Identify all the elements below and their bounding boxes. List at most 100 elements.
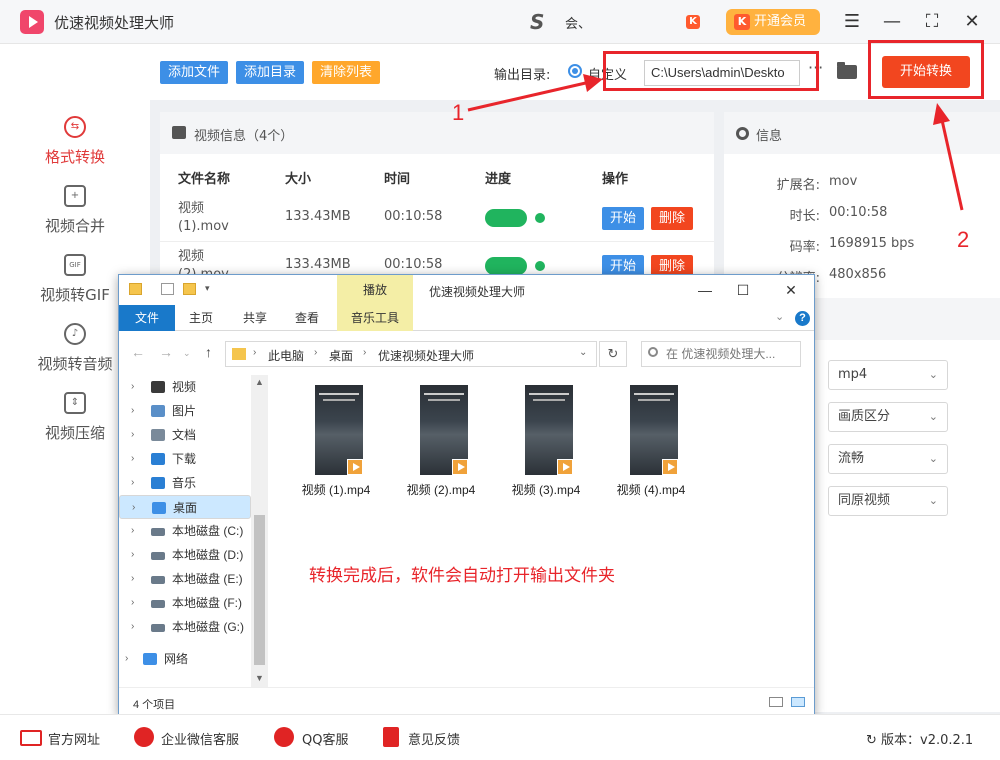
ribbon-tab-music-tools[interactable]: 音乐工具: [337, 305, 413, 331]
maximize-button[interactable]: ⛶: [920, 10, 944, 34]
file-size: 133.43MB: [285, 257, 351, 272]
expand-arrow-icon[interactable]: ›: [131, 519, 134, 543]
address-dropdown-icon[interactable]: ⌄: [579, 347, 587, 358]
menu-icon[interactable]: ☰: [840, 10, 864, 34]
video-thumbnail: [315, 385, 363, 475]
format-select[interactable]: mp4 ⌄: [828, 360, 948, 390]
clear-list-button[interactable]: 清除列表: [312, 61, 381, 84]
help-icon[interactable]: ?: [795, 311, 810, 326]
footer-wechat-link[interactable]: 企业微信客服: [161, 729, 239, 748]
breadcrumb-desktop[interactable]: 桌面: [329, 347, 353, 364]
expand-arrow-icon[interactable]: ›: [125, 647, 128, 671]
close-button[interactable]: ✕: [960, 10, 984, 34]
address-bar[interactable]: › 此电脑 › 桌面 › 优速视频处理大师 ⌄: [225, 341, 597, 367]
new-folder-icon[interactable]: [183, 283, 196, 295]
expand-arrow-icon[interactable]: ›: [131, 567, 134, 591]
search-placeholder: 在 优速视频处理大...: [666, 347, 776, 361]
downloads-icon: [151, 453, 165, 465]
refresh-icon[interactable]: ↻: [599, 341, 627, 367]
properties-icon[interactable]: [161, 283, 174, 295]
breadcrumb-separator: ›: [253, 347, 257, 358]
sidebar-item-format-convert[interactable]: ⇆ 格式转换: [0, 116, 150, 182]
open-folder-icon[interactable]: [837, 62, 857, 79]
col-header-progress: 进度: [485, 172, 512, 187]
expand-arrow-icon[interactable]: ›: [131, 591, 134, 615]
scroll-thumb[interactable]: [254, 515, 265, 665]
annotation-box-path: [603, 51, 819, 91]
file-time: 00:10:58: [384, 209, 443, 224]
ribbon-tab-share[interactable]: 共享: [231, 305, 279, 331]
annotation-note: 转换完成后，软件会自动打开输出文件夹: [309, 566, 615, 586]
compress-icon: ⇕: [64, 392, 86, 414]
explorer-close-button[interactable]: ✕: [773, 279, 809, 301]
file-name: 视频 (2).mp4: [406, 483, 476, 497]
quality-select[interactable]: 画质区分 ⌄: [828, 402, 948, 432]
play-context-tab[interactable]: 播放: [337, 275, 413, 305]
back-arrow-icon[interactable]: ←: [131, 344, 145, 360]
expand-arrow-icon[interactable]: ›: [131, 375, 134, 399]
scroll-down-icon[interactable]: ▼: [255, 673, 264, 683]
up-arrow-icon[interactable]: ↑: [205, 344, 212, 360]
file-tile[interactable]: 视频 (2).mp4: [396, 385, 486, 500]
file-tile[interactable]: 视频 (3).mp4: [501, 385, 591, 500]
custom-dir-radio[interactable]: [568, 64, 582, 78]
tree-item-documents[interactable]: › 文档: [119, 423, 251, 447]
tree-item-drive-g[interactable]: › 本地磁盘 (G:): [119, 615, 251, 639]
user-avatar-icon[interactable]: S: [530, 10, 544, 34]
expand-arrow-icon[interactable]: ›: [131, 471, 134, 495]
scroll-up-icon[interactable]: ▲: [255, 377, 264, 387]
ribbon-tab-view[interactable]: 查看: [283, 305, 331, 331]
footer-qq-link[interactable]: QQ客服: [302, 729, 348, 748]
tree-item-music[interactable]: › 音乐: [119, 471, 251, 495]
explorer-minimize-button[interactable]: —: [687, 279, 723, 301]
expand-arrow-icon[interactable]: ›: [131, 423, 134, 447]
explorer-maximize-button[interactable]: ☐: [725, 279, 761, 301]
explorer-search-input[interactable]: 在 优速视频处理大...: [641, 341, 801, 367]
add-dir-button[interactable]: 添加目录: [236, 61, 305, 84]
tree-item-drive-e[interactable]: › 本地磁盘 (E:): [119, 567, 251, 591]
ribbon-tab-home[interactable]: 主页: [177, 305, 225, 331]
sidebar-item-merge[interactable]: + 视频合并: [0, 185, 150, 251]
large-icons-view-icon[interactable]: [791, 697, 805, 707]
forward-arrow-icon[interactable]: →: [159, 344, 173, 360]
expand-arrow-icon[interactable]: ›: [132, 496, 135, 520]
row-delete-button[interactable]: 删除: [651, 207, 694, 230]
minimize-button[interactable]: —: [880, 10, 904, 34]
tree-scrollbar[interactable]: ▲ ▼: [251, 375, 268, 687]
expand-arrow-icon[interactable]: ›: [131, 399, 134, 423]
tree-item-videos[interactable]: › 视频: [119, 375, 251, 399]
ribbon-tab-file[interactable]: 文件: [119, 305, 175, 331]
tree-item-drive-f[interactable]: › 本地磁盘 (F:): [119, 591, 251, 615]
info-header: 信息: [724, 112, 1000, 154]
tree-item-drive-c[interactable]: › 本地磁盘 (C:): [119, 519, 251, 543]
tree-item-network[interactable]: › 网络: [119, 647, 251, 671]
add-file-button[interactable]: 添加文件: [160, 61, 229, 84]
vip-badge-icon: K: [686, 15, 700, 29]
details-view-icon[interactable]: [769, 697, 783, 707]
expand-arrow-icon[interactable]: ›: [131, 543, 134, 567]
wechat-service-icon: [134, 727, 154, 747]
version-label[interactable]: ↻ 版本：v2.0.2.1: [866, 729, 973, 748]
file-tile[interactable]: 视频 (1).mp4: [291, 385, 381, 500]
ribbon-expand-icon[interactable]: ⌄: [775, 310, 784, 323]
quick-access-dropdown-icon[interactable]: ▾: [205, 283, 213, 295]
vip-button[interactable]: K 开通会员: [726, 9, 820, 35]
footer-website-link[interactable]: 官方网址: [48, 729, 100, 748]
expand-arrow-icon[interactable]: ›: [131, 447, 134, 471]
footer-feedback-link[interactable]: 意见反馈: [408, 729, 460, 748]
recent-dropdown-icon[interactable]: ⌄: [183, 348, 191, 359]
breadcrumb-this-pc[interactable]: 此电脑: [268, 347, 304, 364]
tree-item-desktop[interactable]: › 桌面: [119, 495, 251, 519]
resolution-select[interactable]: 同原视频 ⌄: [828, 486, 948, 516]
col-header-actions: 操作: [602, 172, 629, 187]
user-name[interactable]: 会、: [565, 13, 591, 32]
breadcrumb-folder[interactable]: 优速视频处理大师: [378, 347, 474, 364]
expand-arrow-icon[interactable]: ›: [131, 615, 134, 639]
file-list-header: 视频信息（4个）: [160, 112, 714, 154]
row-start-button[interactable]: 开始: [602, 207, 645, 230]
tree-item-downloads[interactable]: › 下载: [119, 447, 251, 471]
file-tile[interactable]: 视频 (4).mp4: [606, 385, 696, 500]
tree-item-pictures[interactable]: › 图片: [119, 399, 251, 423]
tree-item-drive-d[interactable]: › 本地磁盘 (D:): [119, 543, 251, 567]
fluency-select[interactable]: 流畅 ⌄: [828, 444, 948, 474]
